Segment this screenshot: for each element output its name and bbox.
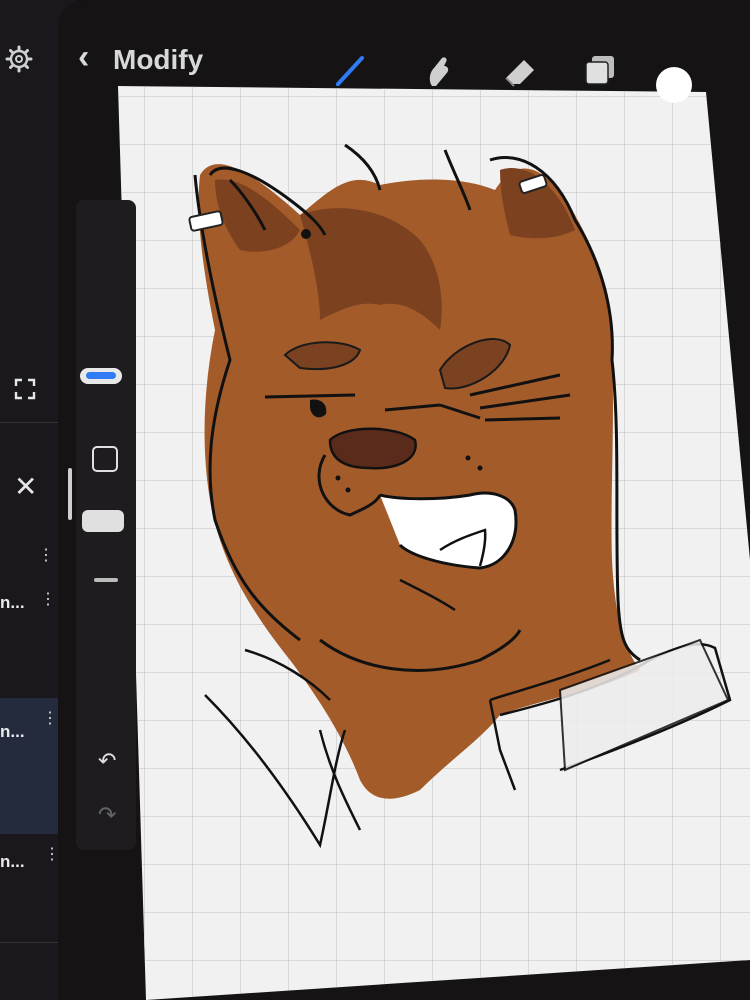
color-swatch-icon[interactable] [656, 67, 692, 103]
undo-icon[interactable]: ↶ [98, 748, 116, 774]
redo-icon[interactable]: ↷ [98, 802, 116, 828]
app-title[interactable]: Modify [113, 44, 203, 76]
opacity-slider[interactable] [82, 510, 124, 532]
back-chevron-icon[interactable]: ‹ [78, 38, 89, 77]
side-toolbar: ↶ ↷ [76, 200, 136, 850]
procreate-screen: ✕ n... ⋮ ⋮ n... ⋮ n... ⋮ ↶ ↷ ‹ Modify [0, 0, 750, 1000]
nose [328, 427, 417, 470]
eraser-icon[interactable] [500, 50, 540, 90]
brush-size-slider[interactable] [80, 368, 122, 384]
brush-size-thumb[interactable] [86, 372, 116, 379]
smudge-icon[interactable] [418, 50, 458, 90]
modify-button[interactable] [92, 446, 118, 472]
layers-scrollbar[interactable] [68, 468, 72, 520]
brush-icon[interactable] [332, 50, 372, 90]
opacity-marker [94, 578, 118, 582]
layers-icon[interactable] [580, 50, 620, 90]
